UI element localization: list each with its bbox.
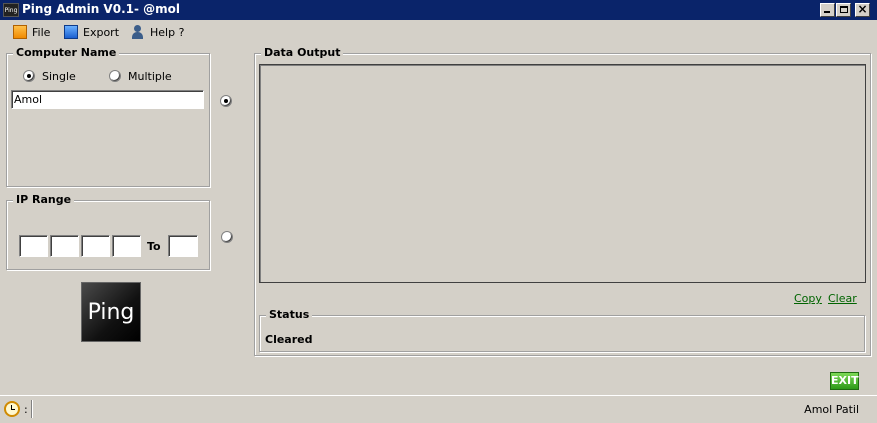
menu-file[interactable]: File xyxy=(13,23,50,41)
single-radio[interactable] xyxy=(23,70,35,82)
ip-octet-4-input[interactable] xyxy=(112,235,141,257)
ip-range-title: IP Range xyxy=(13,193,75,206)
clear-link[interactable]: Clear xyxy=(828,292,857,305)
status-value: Cleared xyxy=(265,333,313,346)
multiple-label: Multiple xyxy=(128,70,172,83)
close-button[interactable]: × xyxy=(855,2,870,17)
clock-text: : xyxy=(24,403,28,416)
author-label: Amol Patil xyxy=(804,403,859,416)
status-bar: : Amol Patil xyxy=(0,395,877,423)
clock-icon xyxy=(4,401,20,417)
exit-button[interactable]: EXIT xyxy=(830,372,859,390)
ip-octet-2-input[interactable] xyxy=(50,235,79,257)
file-icon xyxy=(13,25,27,39)
multiple-radio[interactable] xyxy=(109,70,121,82)
status-divider xyxy=(31,400,33,418)
ip-octet-3-input[interactable] xyxy=(81,235,110,257)
menu-help[interactable]: Help ? xyxy=(131,23,184,41)
ip-octet-1-input[interactable] xyxy=(19,235,48,257)
ip-range-source-radio[interactable] xyxy=(221,231,233,243)
exit-button-label: EXIT xyxy=(831,374,859,387)
ping-button-label: Ping xyxy=(87,299,135,325)
menu-help-label: Help ? xyxy=(150,25,185,39)
computer-name-input[interactable] xyxy=(11,90,204,109)
user-help-icon xyxy=(131,25,145,39)
window-title: Ping Admin V0.1- @mol xyxy=(22,2,180,16)
minimize-button[interactable] xyxy=(820,3,835,17)
maximize-icon xyxy=(840,6,848,13)
app-icon: Ping xyxy=(3,3,19,17)
minimize-icon xyxy=(824,11,830,13)
ip-end-input[interactable] xyxy=(168,235,198,257)
menu-export-label: Export xyxy=(83,25,120,39)
single-label: Single xyxy=(42,70,76,83)
computer-name-group: Computer Name xyxy=(6,46,210,187)
menu-file-label: File xyxy=(32,25,51,39)
title-bar[interactable]: Ping Ping Admin V0.1- @mol × xyxy=(0,0,877,20)
status-title: Status xyxy=(266,308,313,321)
computer-name-source-radio[interactable] xyxy=(220,95,232,107)
menu-export[interactable]: Export xyxy=(64,23,119,41)
menu-bar: File Export Help ? xyxy=(0,20,877,44)
status-group: Status xyxy=(259,308,865,352)
ping-button[interactable]: Ping xyxy=(81,282,141,342)
export-icon xyxy=(64,25,78,39)
close-icon: × xyxy=(857,2,868,16)
data-output-area[interactable] xyxy=(259,64,866,283)
data-output-title: Data Output xyxy=(261,46,344,59)
maximize-button[interactable] xyxy=(836,3,851,17)
copy-link[interactable]: Copy xyxy=(794,292,822,305)
computer-name-title: Computer Name xyxy=(13,46,120,59)
ip-to-label: To xyxy=(147,240,161,253)
